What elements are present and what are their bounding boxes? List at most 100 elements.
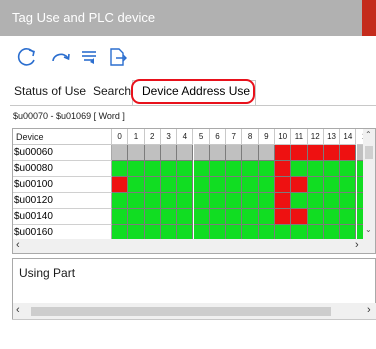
scroll-left-icon[interactable]: ‹ [16,304,20,316]
bit-cell[interactable] [323,193,341,209]
bit-cell[interactable] [144,145,161,161]
bit-cell[interactable] [291,193,308,209]
bit-cell[interactable] [340,193,357,209]
bit-cell[interactable] [226,209,243,225]
bit-cell[interactable] [275,145,292,161]
bit-cell[interactable] [160,177,178,193]
bit-cell[interactable] [160,209,178,225]
export-icon[interactable] [104,44,130,70]
bit-cell[interactable] [242,177,259,193]
bit-cell[interactable] [160,145,178,161]
bit-cell[interactable] [340,209,357,225]
bit-cell[interactable] [340,161,357,177]
bit-cell[interactable] [177,161,194,177]
bit-cell[interactable] [226,145,243,161]
bit-cell[interactable] [177,145,194,161]
bit-cell[interactable] [193,177,210,193]
bit-cell[interactable] [128,161,145,177]
bit-cell[interactable] [177,177,194,193]
bit-cell[interactable] [112,209,129,225]
bit-cell[interactable] [242,193,259,209]
bit-cell[interactable] [258,161,275,177]
bit-cell[interactable] [177,209,194,225]
bit-cell[interactable] [275,161,292,177]
bit-cell[interactable] [160,193,178,209]
bit-cell[interactable] [144,177,161,193]
bit-cell[interactable] [323,209,341,225]
scroll-up-icon[interactable]: ⌃ [365,130,372,139]
scroll-right-icon[interactable]: › [367,304,371,316]
bit-cell[interactable] [177,193,194,209]
bit-cell[interactable] [112,177,129,193]
bit-cell[interactable] [307,177,324,193]
bit-cell[interactable] [291,209,308,225]
refresh-icon[interactable] [14,44,40,70]
scroll-right-icon[interactable]: › [355,239,359,251]
bit-cell[interactable] [307,145,324,161]
device-row-label[interactable]: $u00060 [13,145,112,161]
horizontal-scrollbar[interactable]: ‹ › [13,239,375,253]
bit-cell[interactable] [193,193,210,209]
bit-cell[interactable] [128,193,145,209]
scroll-down-icon[interactable]: ⌄ [365,225,372,234]
device-row-label[interactable]: $u00140 [13,209,112,225]
device-row-label[interactable]: $u00100 [13,177,112,193]
bit-cell[interactable] [242,145,259,161]
bit-cell[interactable] [307,209,324,225]
bit-cell[interactable] [340,145,357,161]
bit-cell[interactable] [275,177,292,193]
bit-cell[interactable] [323,145,341,161]
bit-cell[interactable] [209,177,227,193]
bit-cell[interactable] [193,145,210,161]
bit-cell[interactable] [112,193,129,209]
bit-cell[interactable] [209,161,227,177]
bit-cell[interactable] [275,193,292,209]
bit-cell[interactable] [226,193,243,209]
bit-cell[interactable] [291,177,308,193]
scroll-left-icon[interactable]: ‹ [16,239,20,251]
bit-cell[interactable] [242,161,259,177]
bit-cell[interactable] [242,209,259,225]
vertical-scrollbar[interactable]: ⌃ ⌄ [363,129,375,239]
bit-cell[interactable] [291,145,308,161]
bit-cell[interactable] [307,161,324,177]
bit-cell[interactable] [112,145,129,161]
bit-cell[interactable] [275,209,292,225]
bit-cell[interactable] [209,209,227,225]
bit-cell[interactable] [258,209,275,225]
bit-cell[interactable] [112,161,129,177]
tab-status-of-use[interactable]: Status of Use [14,84,86,98]
tab-divider [10,105,376,106]
bit-cell[interactable] [144,161,161,177]
bit-cell[interactable] [323,161,341,177]
bit-cell[interactable] [226,161,243,177]
redo-arc-icon[interactable] [48,44,74,70]
bit-cell[interactable] [258,145,275,161]
bit-cell[interactable] [193,161,210,177]
bit-cell[interactable] [340,177,357,193]
bit-cell[interactable] [128,209,145,225]
bit-cell[interactable] [323,177,341,193]
filter-icon[interactable] [76,44,102,70]
bit-cell[interactable] [144,193,161,209]
bit-cell[interactable] [291,161,308,177]
bit-cell[interactable] [307,193,324,209]
bit-cell[interactable] [128,145,145,161]
device-row-label[interactable]: $u00080 [13,161,112,177]
bit-cell[interactable] [209,145,227,161]
bit-cell[interactable] [144,209,161,225]
device-grid[interactable]: Device 012345678910111213141 $u00060$u00… [12,128,376,254]
bit-cell[interactable] [193,209,210,225]
bit-cell[interactable] [160,161,178,177]
bit-cell[interactable] [128,177,145,193]
scrollbar-thumb[interactable] [365,146,373,159]
bit-cell[interactable] [226,177,243,193]
bit-cell[interactable] [258,177,275,193]
tab-search[interactable]: Search [93,84,131,98]
bit-cell[interactable] [209,193,227,209]
scrollbar-thumb[interactable] [31,307,331,316]
bit-cell[interactable] [258,193,275,209]
close-button[interactable] [362,0,376,36]
device-row-label[interactable]: $u00120 [13,193,112,209]
lower-horizontal-scrollbar[interactable]: ‹ › [12,303,376,319]
